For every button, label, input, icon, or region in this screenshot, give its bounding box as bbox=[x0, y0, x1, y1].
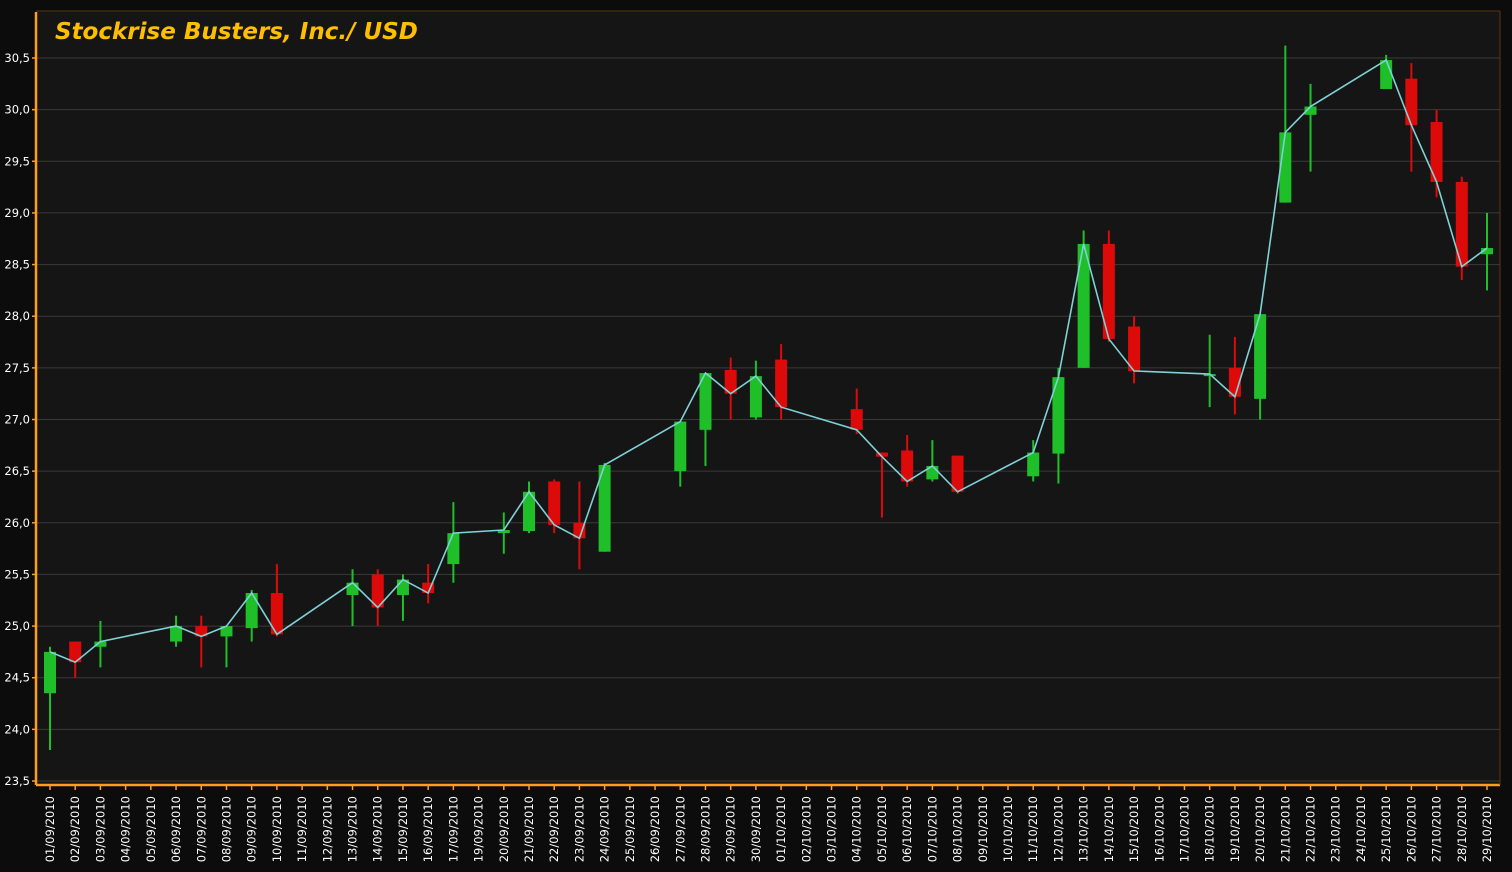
x-tick-label: 07/09/2010 bbox=[194, 796, 208, 862]
y-tick-label: 25,5 bbox=[4, 567, 30, 581]
candle-body bbox=[1027, 452, 1040, 477]
x-tick-label: 15/10/2010 bbox=[1127, 796, 1141, 862]
x-tick-label: 08/10/2010 bbox=[951, 796, 965, 862]
x-tick-label: 24/09/2010 bbox=[598, 796, 612, 862]
y-tick-label: 24,0 bbox=[4, 722, 30, 736]
x-tick-label: 13/10/2010 bbox=[1077, 796, 1091, 862]
x-tick-label: 14/10/2010 bbox=[1102, 796, 1116, 862]
x-tick-label: 10/09/2010 bbox=[270, 796, 284, 862]
x-tick-label: 05/10/2010 bbox=[875, 796, 889, 862]
y-axis-tick-labels: 23,5 24,0 24,5 25,0 25,5 26,0 26,5 27,0 27,5 28,0… bbox=[4, 51, 30, 788]
x-tick-label: 08/09/2010 bbox=[219, 796, 233, 862]
x-tick-label: 18/10/2010 bbox=[1203, 796, 1217, 862]
x-tick-label: 07/10/2010 bbox=[925, 796, 939, 862]
x-tick-label: 03/10/2010 bbox=[825, 796, 839, 862]
x-tick-label: 30/09/2010 bbox=[749, 796, 763, 862]
x-tick-label: 22/09/2010 bbox=[547, 796, 561, 862]
x-tick-label: 04/09/2010 bbox=[119, 796, 133, 862]
x-tick-label: 28/09/2010 bbox=[698, 796, 712, 862]
x-tick-label: 23/10/2010 bbox=[1329, 796, 1343, 862]
x-tick-label: 21/09/2010 bbox=[522, 796, 536, 862]
x-tick-label: 12/09/2010 bbox=[320, 796, 334, 862]
y-tick-label: 28,0 bbox=[4, 309, 30, 323]
candle-body bbox=[1128, 326, 1141, 371]
x-tick-label: 29/10/2010 bbox=[1480, 796, 1494, 862]
x-tick-label: 05/09/2010 bbox=[144, 796, 158, 862]
y-tick-label: 30,0 bbox=[4, 103, 30, 117]
x-tick-label: 01/10/2010 bbox=[774, 796, 788, 862]
x-tick-label: 24/10/2010 bbox=[1354, 796, 1368, 862]
x-tick-label: 13/09/2010 bbox=[346, 796, 360, 862]
x-tick-label: 11/10/2010 bbox=[1026, 796, 1040, 862]
x-tick-label: 04/10/2010 bbox=[850, 796, 864, 862]
y-tick-label: 24,5 bbox=[4, 671, 30, 685]
chart-title: Stockrise Busters, Inc./ USD bbox=[55, 19, 418, 45]
y-tick-label: 27,5 bbox=[4, 361, 30, 375]
x-tick-label: 19/10/2010 bbox=[1228, 796, 1242, 862]
candle-body bbox=[674, 421, 687, 472]
candle-body bbox=[44, 651, 56, 694]
y-tick-label: 30,5 bbox=[4, 51, 30, 65]
candle-body bbox=[1380, 60, 1393, 89]
x-tick-label: 28/10/2010 bbox=[1455, 796, 1469, 862]
x-tick-label: 02/09/2010 bbox=[68, 796, 82, 862]
plot-background bbox=[36, 12, 1500, 784]
x-tick-label: 17/10/2010 bbox=[1177, 796, 1191, 862]
x-tick-label: 23/09/2010 bbox=[572, 796, 586, 862]
x-tick-label: 21/10/2010 bbox=[1278, 796, 1292, 862]
x-axis-tick-labels: 01/09/2010 02/09/2010 03/09/2010 04/09/2010… bbox=[43, 785, 1494, 862]
candlestick bbox=[1077, 230, 1090, 368]
chart-container: 23,5 24,0 24,5 25,0 25,5 26,0 26,5 27,0 27,5 28,0… bbox=[0, 0, 1512, 868]
candle-body bbox=[447, 533, 460, 565]
x-tick-label: 06/09/2010 bbox=[169, 796, 183, 862]
candle-body bbox=[346, 582, 359, 596]
y-tick-label: 28,5 bbox=[4, 258, 30, 272]
y-tick-label: 29,5 bbox=[4, 154, 30, 168]
x-tick-label: 11/09/2010 bbox=[295, 796, 309, 862]
y-tick-label: 23,5 bbox=[4, 774, 30, 788]
x-tick-label: 03/09/2010 bbox=[93, 796, 107, 862]
candle-body bbox=[1405, 78, 1418, 126]
candle-body bbox=[775, 359, 788, 408]
y-tick-label: 26,0 bbox=[4, 516, 30, 530]
x-tick-label: 01/09/2010 bbox=[43, 796, 57, 862]
x-tick-label: 09/09/2010 bbox=[245, 796, 259, 862]
y-tick-label: 27,0 bbox=[4, 413, 30, 427]
candle-body bbox=[850, 409, 863, 430]
x-tick-label: 20/09/2010 bbox=[497, 796, 511, 862]
x-tick-label: 29/09/2010 bbox=[724, 796, 738, 862]
x-tick-label: 22/10/2010 bbox=[1304, 796, 1318, 862]
x-tick-label: 15/09/2010 bbox=[396, 796, 410, 862]
x-tick-label: 25/10/2010 bbox=[1379, 796, 1393, 862]
x-tick-label: 14/09/2010 bbox=[371, 796, 385, 862]
x-tick-label: 09/10/2010 bbox=[976, 796, 990, 862]
x-tick-label: 27/10/2010 bbox=[1430, 796, 1444, 862]
x-tick-label: 06/10/2010 bbox=[900, 796, 914, 862]
x-tick-label: 20/10/2010 bbox=[1253, 796, 1267, 862]
x-tick-label: 26/10/2010 bbox=[1404, 796, 1418, 862]
x-tick-label: 02/10/2010 bbox=[799, 796, 813, 862]
x-tick-label: 16/09/2010 bbox=[421, 796, 435, 862]
x-tick-label: 26/09/2010 bbox=[648, 796, 662, 862]
y-tick-label: 29,0 bbox=[4, 206, 30, 220]
x-tick-label: 10/10/2010 bbox=[1001, 796, 1015, 862]
y-tick-label: 25,0 bbox=[4, 619, 30, 633]
x-tick-label: 27/09/2010 bbox=[673, 796, 687, 862]
x-tick-label: 25/09/2010 bbox=[623, 796, 637, 862]
x-tick-label: 16/10/2010 bbox=[1152, 796, 1166, 862]
x-tick-label: 19/09/2010 bbox=[472, 796, 486, 862]
y-tick-label: 26,5 bbox=[4, 464, 30, 478]
x-tick-label: 17/09/2010 bbox=[446, 796, 460, 862]
candlestick-chart: 23,5 24,0 24,5 25,0 25,5 26,0 26,5 27,0 27,5 28,0… bbox=[4, 10, 1501, 862]
x-tick-label: 12/10/2010 bbox=[1051, 796, 1065, 862]
